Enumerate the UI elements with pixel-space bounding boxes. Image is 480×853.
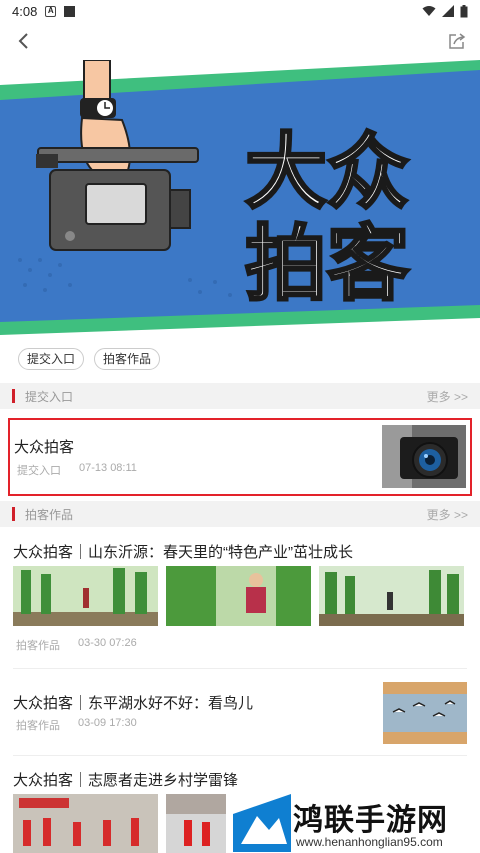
share-button[interactable] — [442, 26, 472, 56]
item-time: 03-09 17:30 — [78, 717, 137, 729]
article-image-row — [13, 794, 226, 853]
more-link[interactable]: 更多 >> — [427, 388, 468, 405]
share-icon — [449, 33, 466, 49]
battery-icon — [460, 4, 468, 17]
section-title: 拍客作品 — [25, 507, 74, 522]
item-category: 拍客作品 — [16, 640, 60, 652]
banner-title-line2: 拍客 — [245, 219, 409, 310]
volunteers-photo[interactable] — [13, 794, 158, 853]
back-button[interactable] — [8, 26, 38, 56]
item-title: 大众拍客 — [14, 439, 75, 456]
watermark-title: 鸿联手游网 — [293, 804, 448, 837]
article-title[interactable]: 大众拍客｜山东沂源：春天里的“特色产业”茁壮成长 — [13, 541, 353, 562]
section-accent-bar — [12, 389, 15, 403]
section-header-submit: 提交入口 更多 >> — [0, 383, 480, 409]
article-title[interactable]: 大众拍客｜东平湖水好不好：看鸟儿 — [13, 692, 253, 713]
tag-submit-entry[interactable]: 提交入口 — [18, 348, 85, 370]
signal-icon — [442, 5, 454, 17]
farmer-photo[interactable] — [166, 566, 311, 626]
category-tags: 提交入口 拍客作品 — [18, 348, 161, 370]
watermark-logo-icon — [233, 794, 291, 852]
divider — [13, 755, 467, 756]
banner-image: 大众 拍客 — [0, 60, 480, 335]
top-nav-bar — [0, 24, 480, 58]
status-bar: 4:08 A — [0, 0, 480, 22]
watermark-url: www.henanhonglian95.com — [296, 835, 443, 849]
birds-lake-photo[interactable] — [383, 682, 467, 744]
section-header-works: 拍客作品 更多 >> — [0, 501, 480, 527]
section-title: 提交入口 — [25, 389, 74, 404]
notification-square-icon — [64, 5, 76, 17]
item-time: 07-13 08:11 — [79, 462, 137, 474]
item-category: 拍客作品 — [16, 720, 60, 732]
featured-item[interactable]: 大众拍客 提交入口 07-13 08:11 — [8, 418, 472, 496]
more-link[interactable]: 更多 >> — [427, 506, 468, 523]
status-time: 4:08 — [12, 3, 38, 19]
section-accent-bar — [12, 507, 15, 521]
divider — [13, 668, 467, 669]
item-time: 03-30 07:26 — [78, 637, 137, 649]
notification-a-icon: A — [45, 5, 57, 17]
article-title[interactable]: 大众拍客｜志愿者走进乡村学雷锋 — [13, 769, 238, 790]
greenhouse-rows-photo[interactable] — [319, 566, 464, 626]
item-category: 提交入口 — [17, 465, 61, 477]
article-image-row — [13, 566, 464, 626]
banner-title-line1: 大众 — [245, 127, 409, 218]
camera-thumbnail — [382, 425, 466, 488]
watermark: 鸿联手游网 www.henanhonglian95.com — [233, 793, 480, 853]
chevron-left-icon — [18, 33, 28, 49]
tag-photographer-works[interactable]: 拍客作品 — [94, 348, 161, 370]
village-photo[interactable] — [166, 794, 226, 853]
wifi-icon — [422, 6, 436, 16]
greenhouse-photo[interactable] — [13, 566, 158, 626]
